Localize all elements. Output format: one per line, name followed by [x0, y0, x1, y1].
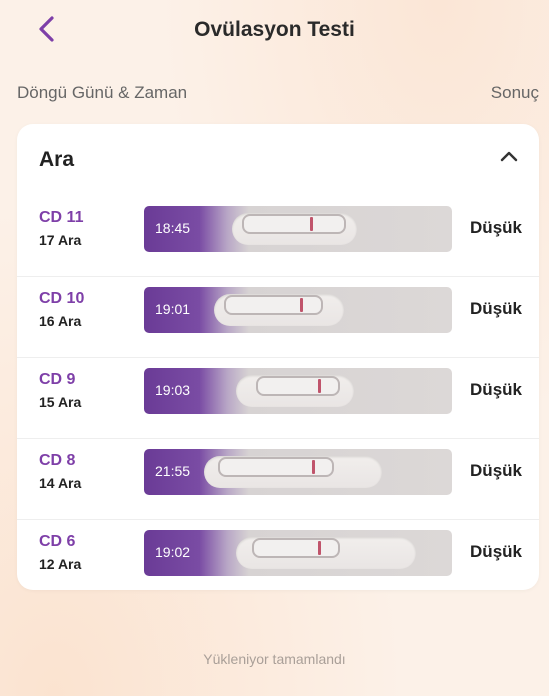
test-time: 21:55	[155, 463, 191, 479]
cycle-day: CD 8	[39, 452, 76, 469]
test-date: 15 Ara	[39, 394, 82, 410]
test-time: 19:01	[155, 301, 191, 317]
test-date: 17 Ara	[39, 232, 82, 248]
test-line	[310, 217, 313, 231]
test-date: 14 Ara	[39, 475, 82, 491]
test-line	[318, 541, 321, 555]
test-window	[242, 214, 346, 234]
test-window	[256, 376, 340, 396]
cycle-day: CD 10	[39, 290, 85, 307]
test-row[interactable]: CD 11 17 Ara 18:45 Düşük	[17, 196, 539, 277]
test-time: 19:02	[155, 544, 191, 560]
test-line	[300, 298, 303, 312]
test-row[interactable]: CD 9 15 Ara 19:03 Düşük	[17, 358, 539, 439]
test-time: 18:45	[155, 220, 191, 236]
test-strip-image: 19:02	[144, 530, 452, 576]
test-row[interactable]: CD 8 14 Ara 21:55 Düşük	[17, 439, 539, 520]
app-header: Ovülasyon Testi	[0, 0, 549, 62]
test-line	[318, 379, 321, 393]
test-row[interactable]: CD 6 12 Ara 19:02 Düşük	[17, 520, 539, 600]
test-window	[218, 457, 334, 477]
test-result: Düşük	[470, 380, 522, 399]
month-label: Ara	[39, 148, 75, 171]
test-line	[312, 460, 315, 474]
test-date: 16 Ara	[39, 313, 82, 329]
test-strip-image: 18:45	[144, 206, 452, 252]
test-row[interactable]: CD 10 16 Ara 19:01 Düşük	[17, 277, 539, 358]
month-group-card: Ara CD 11 17 Ara 18:45 Düşük CD 10 16 Ar…	[17, 124, 539, 590]
chevron-up-icon[interactable]	[499, 149, 519, 163]
test-strip-image: 21:55	[144, 449, 452, 495]
cycle-day: CD 11	[39, 209, 84, 226]
test-result: Düşük	[470, 542, 522, 561]
cycle-day: CD 6	[39, 533, 76, 550]
cycle-day: CD 9	[39, 371, 76, 388]
test-result: Düşük	[470, 299, 522, 318]
test-result: Düşük	[470, 218, 522, 237]
test-strip-image: 19:03	[144, 368, 452, 414]
column-header-result: Sonuç	[490, 83, 539, 102]
test-result: Düşük	[470, 461, 522, 480]
month-group-header[interactable]: Ara	[17, 124, 539, 196]
test-time: 19:03	[155, 382, 191, 398]
loading-status: Yükleniyor tamamlandı	[203, 651, 346, 667]
column-header-cycle-day: Döngü Günü & Zaman	[17, 83, 188, 102]
test-window	[224, 295, 323, 315]
test-date: 12 Ara	[39, 556, 82, 572]
page-title: Ovülasyon Testi	[194, 18, 355, 41]
test-strip-image: 19:01	[144, 287, 452, 333]
test-window	[252, 538, 340, 558]
